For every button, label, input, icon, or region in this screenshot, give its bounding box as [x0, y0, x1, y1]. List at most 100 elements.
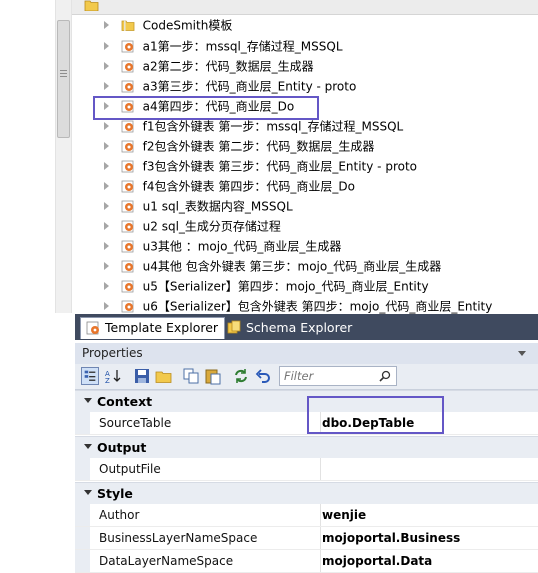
- property-name: Author: [99, 508, 140, 522]
- tree-item-template[interactable]: f2包含外键表 第二步：代码_数据层_生成器: [104, 136, 374, 156]
- tree-item-label: u2 sql_生成分页存储过程: [142, 219, 281, 234]
- refresh-icon[interactable]: [232, 367, 250, 385]
- property-value[interactable]: mojoportal.Data: [322, 550, 432, 572]
- annotation-highlight-box: [307, 396, 444, 434]
- property-value[interactable]: mojoportal.Business: [322, 527, 460, 549]
- template-gear-icon: [121, 140, 134, 152]
- tree-item-label: a1第一步：mssql_存储过程_MSSQL: [142, 39, 343, 54]
- tree-item-template[interactable]: u3其他 ：mojo_代码_商业层_生成器: [104, 236, 341, 256]
- collapse-arrow-icon[interactable]: [84, 490, 92, 495]
- collapse-arrow-icon[interactable]: [84, 398, 92, 403]
- scrollbar-grip-icon: [60, 70, 67, 79]
- template-gear-icon: [121, 300, 134, 312]
- tree-item-label: CodeSmith模板: [142, 18, 233, 33]
- expand-arrow-icon[interactable]: [104, 41, 109, 50]
- scrollbar-thumb[interactable]: [57, 20, 70, 138]
- template-gear-icon: [121, 120, 134, 132]
- open-folder-icon[interactable]: [84, 0, 100, 11]
- panel-dropdown-icon[interactable]: [518, 351, 526, 356]
- property-value[interactable]: wenjie: [322, 504, 366, 526]
- property-row-datalayernamespace[interactable]: DataLayerNameSpace mojoportal.Data: [75, 550, 538, 573]
- paste-icon[interactable]: [204, 367, 222, 385]
- explorer-toolbar: [72, 0, 538, 15]
- template-gear-icon: [121, 280, 134, 292]
- tree-item-template[interactable]: u1 sql_表数据内容_MSSQL: [104, 196, 293, 216]
- expand-arrow-icon[interactable]: [104, 81, 109, 90]
- tree-item-template[interactable]: a3第三步：代码_商业层_Entity - proto: [104, 76, 356, 96]
- tree-item-template[interactable]: f4包含外键表 第四步：代码_商业层_Do: [104, 176, 355, 196]
- property-row-outputfile[interactable]: OutputFile: [75, 458, 538, 481]
- tree-item-template[interactable]: u4其他 包含外键表 第三步：mojo_代码_商业层_生成器: [104, 256, 441, 276]
- filter-search-box[interactable]: [279, 366, 397, 386]
- expand-arrow-icon[interactable]: [104, 261, 109, 270]
- properties-title: Properties: [75, 343, 538, 364]
- expand-arrow-icon[interactable]: [104, 121, 109, 130]
- editor-gutter: [0, 0, 52, 573]
- tree-item-label: u6【Serializer】包含外键表 第四步：mojo_代码_商业层_Enti…: [142, 299, 493, 314]
- tree-item-label: u1 sql_表数据内容_MSSQL: [142, 199, 293, 214]
- template-gear-icon: [121, 220, 134, 232]
- expand-arrow-icon[interactable]: [104, 241, 109, 250]
- expand-arrow-icon[interactable]: [104, 181, 109, 190]
- template-gear-icon: [121, 160, 134, 172]
- expand-arrow-icon[interactable]: [104, 221, 109, 230]
- annotation-highlight-box: [93, 96, 319, 120]
- row-gutter: [75, 550, 90, 572]
- tree-item-label: f1包含外键表 第一步：mssql_存储过程_MSSQL: [142, 119, 404, 134]
- row-gutter: [75, 527, 90, 549]
- template-gear-icon: [121, 40, 134, 52]
- property-name: BusinessLayerNameSpace: [99, 531, 258, 545]
- expand-arrow-icon[interactable]: [104, 201, 109, 210]
- tree-item-template[interactable]: a2第二步：代码_数据层_生成器: [104, 56, 314, 76]
- column-divider[interactable]: [320, 527, 321, 549]
- row-gutter: [75, 412, 90, 434]
- template-gear-icon: [121, 240, 134, 252]
- template-explorer-icon: [86, 321, 99, 335]
- expand-arrow-icon[interactable]: [104, 281, 109, 290]
- save-icon[interactable]: [133, 367, 151, 385]
- tree-item-codesmith-folder[interactable]: CodeSmith模板: [104, 15, 232, 35]
- template-gear-icon: [121, 200, 134, 212]
- property-row-businesslayernamespace[interactable]: BusinessLayerNameSpace mojoportal.Busine…: [75, 527, 538, 550]
- template-gear-icon: [121, 80, 134, 92]
- tab-template-explorer[interactable]: Template Explorer: [80, 317, 226, 339]
- tree-item-template[interactable]: u5【Serializer】第四步：mojo_代码_商业层_Entity: [104, 276, 429, 296]
- tree-item-label: a3第三步：代码_商业层_Entity - proto: [142, 79, 357, 94]
- expand-arrow-icon[interactable]: [104, 141, 109, 150]
- sort-alphabetical-icon[interactable]: A Z: [104, 367, 122, 385]
- template-gear-icon: [121, 260, 134, 272]
- tab-label: Template Explorer: [105, 320, 219, 335]
- tree-item-template[interactable]: u2 sql_生成分页存储过程: [104, 216, 281, 236]
- copy-icon[interactable]: [182, 367, 200, 385]
- svg-text:Z: Z: [105, 377, 110, 385]
- tab-schema-explorer[interactable]: Schema Explorer: [222, 317, 352, 339]
- tree-item-template[interactable]: f3包含外键表 第三步：代码_商业层_Entity - proto: [104, 156, 417, 176]
- category-label: Output: [97, 440, 147, 455]
- expand-arrow-icon[interactable]: [104, 161, 109, 170]
- tree-item-label: u3其他 ：mojo_代码_商业层_生成器: [142, 239, 342, 254]
- property-name: DataLayerNameSpace: [99, 554, 234, 568]
- row-gutter: [75, 504, 90, 526]
- tree-item-label: u5【Serializer】第四步：mojo_代码_商业层_Entity: [142, 279, 429, 294]
- filter-input[interactable]: [284, 369, 374, 383]
- collapse-arrow-icon[interactable]: [84, 444, 92, 449]
- categorized-view-icon[interactable]: [81, 367, 99, 385]
- category-style[interactable]: Style: [75, 482, 538, 504]
- column-divider[interactable]: [320, 504, 321, 526]
- tree-item-label: f4包含外键表 第四步：代码_商业层_Do: [142, 179, 355, 194]
- column-divider[interactable]: [320, 550, 321, 572]
- expand-arrow-icon[interactable]: [104, 20, 109, 29]
- column-divider[interactable]: [320, 458, 321, 480]
- search-icon[interactable]: [379, 370, 391, 382]
- row-gutter: [75, 458, 90, 480]
- tree-item-template[interactable]: u6【Serializer】包含外键表 第四步：mojo_代码_商业层_Enti…: [104, 296, 492, 316]
- open-folder-icon[interactable]: [155, 367, 173, 385]
- expand-arrow-icon[interactable]: [104, 61, 109, 70]
- undo-icon[interactable]: [254, 367, 272, 385]
- tree-item-template[interactable]: a1第一步：mssql_存储过程_MSSQL: [104, 36, 343, 56]
- property-row-author[interactable]: Author wenjie: [75, 504, 538, 527]
- tree-item-label: a2第二步：代码_数据层_生成器: [142, 59, 314, 74]
- tree-item-label: f3包含外键表 第三步：代码_商业层_Entity - proto: [142, 159, 417, 174]
- expand-arrow-icon[interactable]: [104, 301, 109, 310]
- category-output[interactable]: Output: [75, 436, 538, 458]
